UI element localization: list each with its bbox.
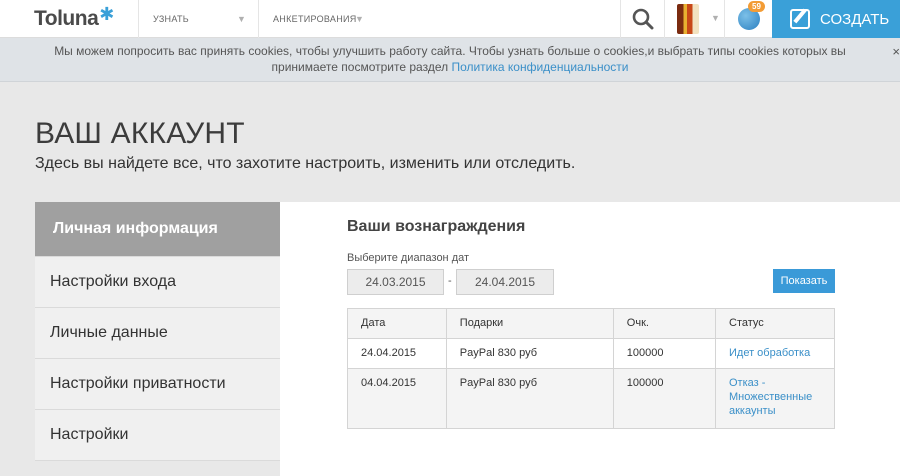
cell-gift: PayPal 830 руб [445, 368, 614, 429]
cell-status: Идет обработка [715, 338, 835, 369]
cookie-text-prefix: принимаете посмотрите раздел [271, 60, 452, 74]
column-header-status: Статус [715, 308, 835, 339]
cell-points: 100000 [612, 368, 717, 429]
logo-text: Toluna [34, 7, 99, 30]
sidebar-item-privacy-settings[interactable]: Настройки приватности [35, 359, 280, 410]
sidebar-item-settings[interactable]: Настройки [35, 410, 280, 461]
search-icon [632, 8, 653, 30]
profile-menu[interactable]: ▼ [664, 0, 724, 38]
status-link[interactable]: Отказ - Множественные аккаунты [729, 376, 821, 418]
cell-status: Отказ - Множественные аккаунты [715, 368, 835, 429]
create-button[interactable]: СОЗДАТЬ [772, 0, 900, 38]
rewards-title: Ваши вознаграждения [347, 218, 526, 235]
sidebar-item-personal-data[interactable]: Личные данные [35, 308, 280, 359]
notifications-badge: 59 [748, 1, 765, 12]
cookie-text-line1: Мы можем попросить вас принять cookies, … [54, 44, 846, 58]
cookie-text-line2: принимаете посмотрите раздел Политика ко… [0, 59, 900, 75]
show-button[interactable]: Показать [773, 269, 835, 293]
date-separator: - [448, 275, 452, 287]
date-range-label: Выберите диапазон дат [347, 252, 470, 264]
pencil-icon [790, 9, 810, 29]
date-from-input[interactable]: 24.03.2015 [347, 269, 444, 295]
column-header-points: Очк. [612, 308, 717, 339]
column-header-date: Дата [347, 308, 447, 339]
search-button[interactable] [620, 0, 664, 38]
chevron-down-icon: ▼ [711, 13, 720, 23]
cell-gift: PayPal 830 руб [445, 338, 614, 369]
table-header-row: Дата Подарки Очк. Статус [347, 308, 835, 339]
sidebar-item-login-settings[interactable]: Настройки входа [35, 257, 280, 308]
account-sidebar: Личная информация Настройки входа Личные… [35, 202, 280, 461]
cell-date: 04.04.2015 [347, 368, 447, 429]
top-navigation-bar: Toluna ✱ УЗНАТЬ ▼ АНКЕТИРОВАНИЯ ▼ ▼ 59 С… [0, 0, 900, 38]
nav-surveys-menu[interactable]: АНКЕТИРОВАНИЯ ▼ [258, 0, 378, 38]
toluna-logo[interactable]: Toluna ✱ [34, 3, 115, 32]
create-button-label: СОЗДАТЬ [820, 10, 890, 28]
close-icon[interactable]: × [892, 44, 900, 60]
chevron-down-icon: ▼ [237, 14, 247, 24]
cell-date: 24.04.2015 [347, 338, 447, 369]
status-link[interactable]: Идет обработка [729, 346, 821, 360]
cookie-notice: Мы можем попросить вас принять cookies, … [0, 38, 900, 82]
page-title: ВАШ АККАУНТ [35, 117, 245, 150]
avatar [676, 4, 699, 34]
privacy-policy-link[interactable]: Политика конфиденциальности [451, 60, 628, 74]
cell-points: 100000 [612, 338, 717, 369]
chevron-down-icon: ▼ [355, 14, 365, 24]
nav-learn-label: УЗНАТЬ [153, 14, 189, 24]
rewards-panel: Ваши вознаграждения Выберите диапазон да… [280, 202, 900, 476]
page-subtitle: Здесь вы найдете все, что захотите настр… [35, 155, 576, 172]
sidebar-item-personal-info[interactable]: Личная информация [35, 202, 280, 257]
logo-star-icon: ✱ [99, 3, 115, 24]
nav-surveys-label: АНКЕТИРОВАНИЯ [273, 14, 357, 24]
table-row: 04.04.2015 PayPal 830 руб 100000 Отказ -… [347, 368, 835, 429]
nav-learn-menu[interactable]: УЗНАТЬ ▼ [138, 0, 258, 38]
table-row: 24.04.2015 PayPal 830 руб 100000 Идет об… [347, 338, 835, 369]
rewards-table: Дата Подарки Очк. Статус 24.04.2015 PayP… [347, 308, 835, 429]
date-to-input[interactable]: 24.04.2015 [456, 269, 554, 295]
column-header-gifts: Подарки [445, 308, 614, 339]
